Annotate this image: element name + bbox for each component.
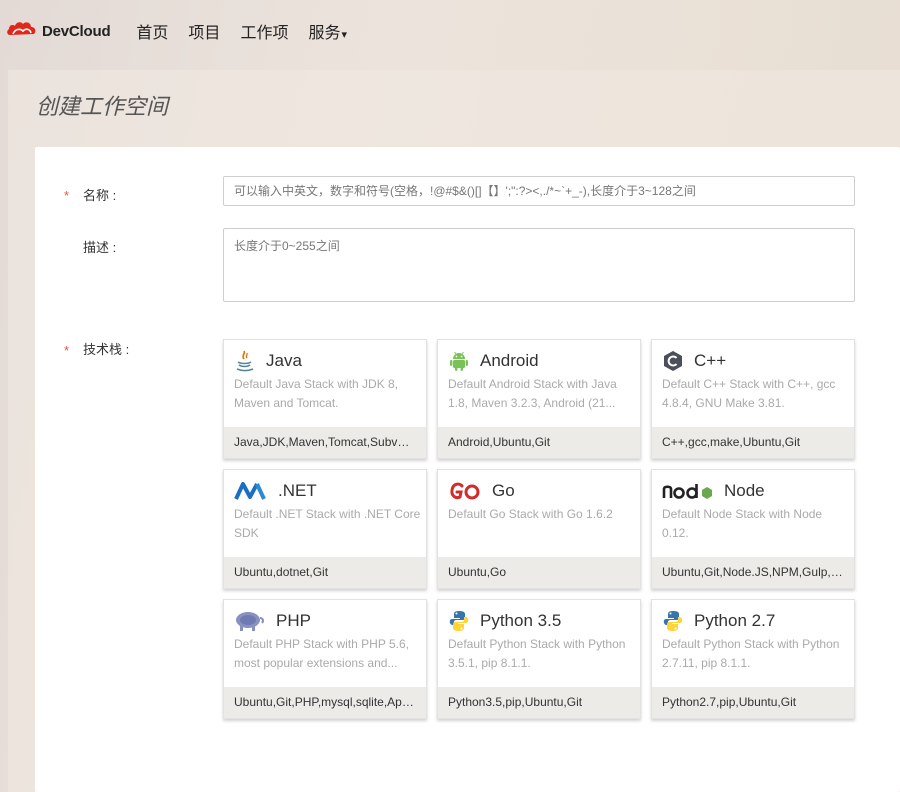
stack-tile-head: C++ (662, 350, 726, 372)
cloud-logo-icon (6, 18, 38, 45)
stack-tile-head: Node (662, 480, 765, 502)
name-input[interactable] (223, 176, 855, 206)
stack-description: Default .NET Stack with .NET Core SDK (234, 507, 421, 540)
devcloud-logo[interactable]: DevCloud (6, 18, 111, 45)
stack-tags: Android,Ubuntu,Git (438, 427, 640, 458)
go-icon (448, 480, 482, 502)
dotnet-icon (234, 480, 268, 502)
stack-description: Default Android Stack with Java 1.8, Mav… (448, 377, 617, 410)
node-icon (662, 480, 714, 502)
stack-tile-head: Python 2.7 (662, 610, 775, 632)
stack-tags: C++,gcc,make,Ubuntu,Git (652, 427, 854, 458)
stack-name: Go (492, 481, 515, 500)
top-navbar: DevCloud 首页 项目 工作项 服务▾ (0, 0, 900, 62)
stack-tile-head: Python 3.5 (448, 610, 561, 632)
stack-tags: Ubuntu,dotnet,Git (224, 557, 426, 588)
page-title: 创建工作空间 (36, 95, 169, 120)
nav-services[interactable]: 服务▾ (308, 19, 347, 43)
main-nav: 首页 项目 工作项 服务▾ (136, 19, 367, 43)
php-icon (234, 610, 266, 632)
stack-tile-python27[interactable]: Python 2.7 Default Python Stack with Pyt… (651, 599, 855, 719)
stack-tags: Python3.5,pip,Ubuntu,Git (438, 687, 640, 718)
stack-tile-dotnet[interactable]: .NET Default .NET Stack with .NET Core S… (223, 469, 427, 589)
stack-description: Default PHP Stack with PHP 5.6, most pop… (234, 637, 409, 670)
stack-tags: Java,JDK,Maven,Tomcat,Subversion,Ubuntu,… (224, 427, 426, 458)
stack-tags: Python2.7,pip,Ubuntu,Git (652, 687, 854, 718)
name-label: 名称 : (83, 188, 117, 203)
required-mark: * (64, 188, 70, 203)
chevron-down-icon: ▾ (341, 29, 347, 41)
stack-tags: Ubuntu,Git,PHP,mysql,sqlite,Apache (224, 687, 426, 718)
stack-tile-head: Go (448, 480, 515, 502)
python-icon (448, 610, 470, 632)
nav-home[interactable]: 首页 (136, 19, 168, 43)
description-textarea[interactable] (223, 228, 855, 302)
required-mark: * (64, 343, 70, 358)
stack-name: C++ (694, 351, 727, 370)
stack-tile-cpp[interactable]: C++ Default C++ Stack with C++, gcc 4.8.… (651, 339, 855, 459)
stack-tile-java[interactable]: Java Default Java Stack with JDK 8, Mave… (223, 339, 427, 459)
stack-description: Default C++ Stack with C++, gcc 4.8.4, G… (662, 377, 836, 410)
nav-work-items[interactable]: 工作项 (240, 19, 288, 43)
form-card: * 名称 : 描述 : * 技术栈 : Java Default Java St… (35, 147, 900, 792)
stack-description: Default Java Stack with JDK 8, Maven and… (234, 377, 399, 410)
logo-text: DevCloud (42, 22, 111, 40)
stack-tags: Ubuntu,Go (438, 557, 640, 588)
cpp-icon (662, 350, 684, 372)
stack-name: .NET (278, 481, 317, 500)
stack-tile-php[interactable]: PHP Default PHP Stack with PHP 5.6, most… (223, 599, 427, 719)
stack-tile-head: .NET (234, 480, 317, 502)
python-icon (662, 610, 684, 632)
stack-name: Android (480, 351, 539, 370)
android-icon (448, 350, 470, 372)
tech-stack-label: 技术栈 : (83, 342, 130, 357)
stack-name: Python 2.7 (694, 611, 776, 630)
stack-name: PHP (276, 611, 311, 630)
stack-tile-head: PHP (234, 610, 311, 632)
description-label: 描述 : (83, 240, 117, 255)
nav-services-label: 服务 (308, 25, 341, 42)
java-icon (234, 350, 256, 372)
stack-description: Default Python Stack with Python 2.7.11,… (662, 637, 840, 670)
stack-description: Default Node Stack with Node 0.12. (662, 507, 823, 540)
stack-tile-python35[interactable]: Python 3.5 Default Python Stack with Pyt… (437, 599, 641, 719)
stack-description: Default Python Stack with Python 3.5.1, … (448, 637, 626, 670)
stack-tile-android[interactable]: Android Default Android Stack with Java … (437, 339, 641, 459)
stack-tile-head: Android (448, 350, 539, 372)
nav-projects[interactable]: 项目 (188, 19, 220, 43)
stack-name: Python 3.5 (480, 611, 562, 630)
stack-description: Default Go Stack with Go 1.6.2 (448, 507, 613, 521)
stack-tile-go[interactable]: Go Default Go Stack with Go 1.6.2 Ubuntu… (437, 469, 641, 589)
stack-tile-node[interactable]: Node Default Node Stack with Node 0.12. … (651, 469, 855, 589)
stack-name: Node (724, 481, 765, 500)
stack-tags: Ubuntu,Git,Node.JS,NPM,Gulp,Bower (652, 557, 854, 588)
stack-tile-head: Java (234, 350, 302, 372)
stack-name: Java (266, 351, 302, 370)
